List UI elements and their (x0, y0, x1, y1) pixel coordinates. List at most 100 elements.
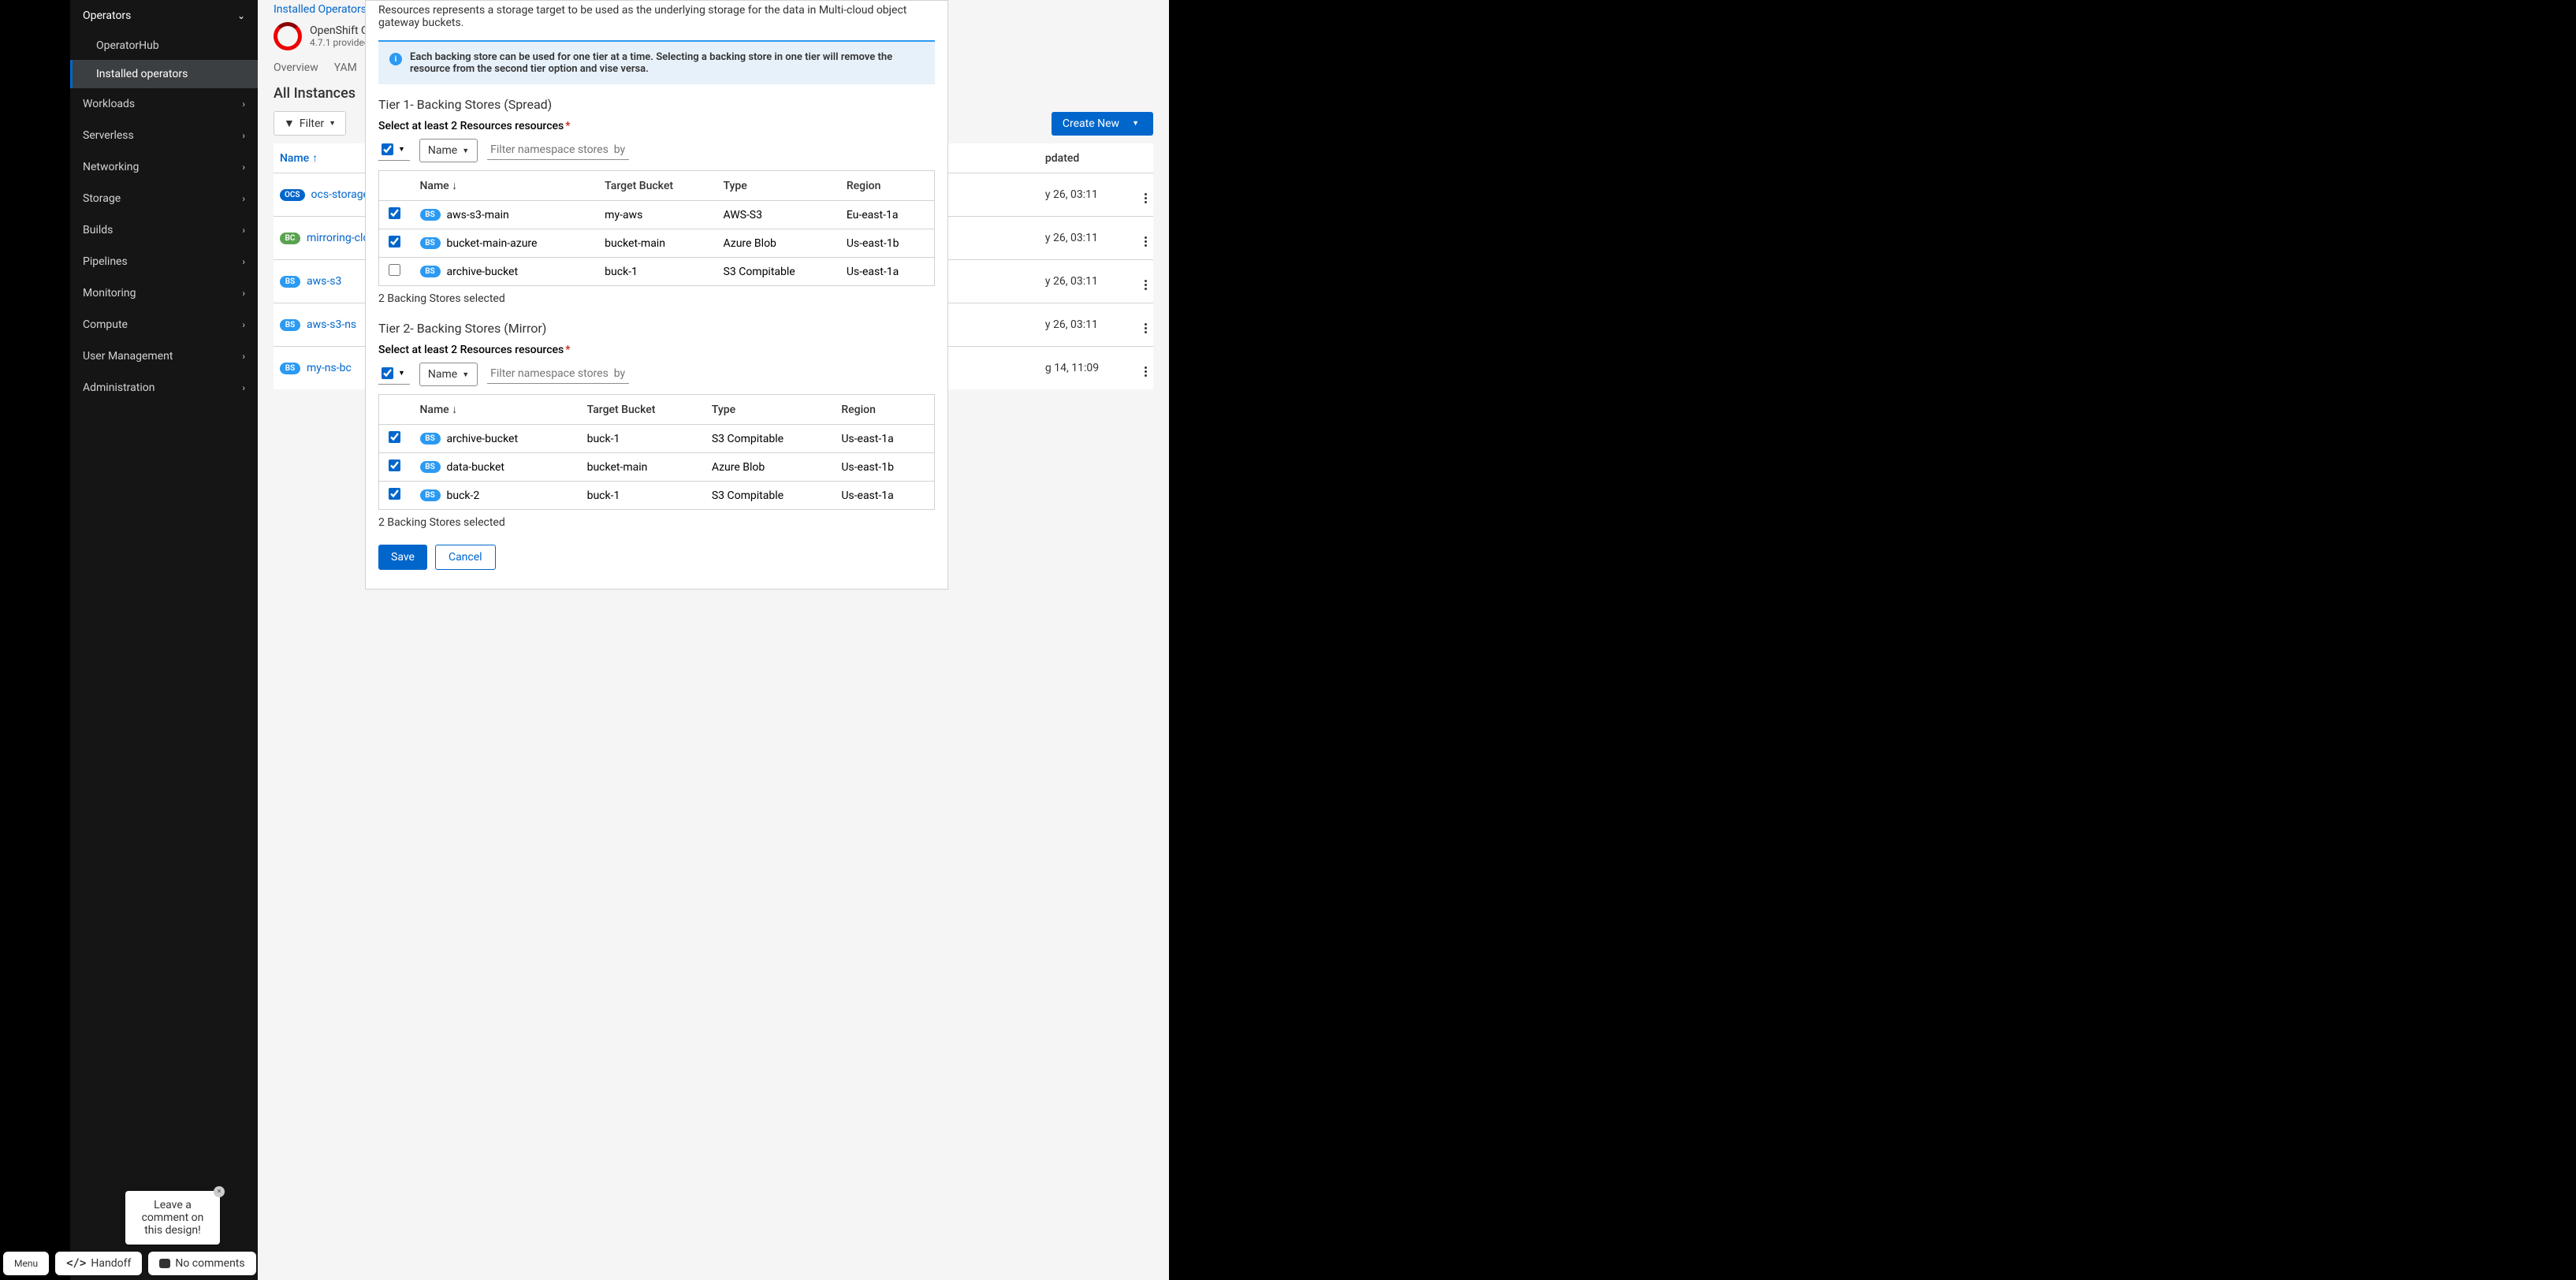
col-updated[interactable]: pdated (1045, 152, 1079, 165)
bs-badge: BS (420, 209, 441, 221)
tier2-requirement: Select at least 2 Resources resources* (378, 344, 935, 356)
nav-operators[interactable]: Operators ⌄ (70, 0, 258, 32)
type-cell: Azure Blob (702, 453, 832, 482)
handoff-button[interactable]: </>Handoff (55, 1252, 142, 1275)
chevron-right-icon: › (242, 382, 245, 393)
name-filter-dropdown[interactable]: Name ▼ (419, 363, 478, 386)
table-row[interactable]: BSarchive-bucketbuck-1S3 CompitableUs-ea… (379, 425, 935, 453)
cancel-button[interactable]: Cancel (435, 545, 496, 570)
filter-input[interactable] (487, 363, 629, 384)
chevron-right-icon: › (242, 256, 245, 267)
row-checkbox[interactable] (389, 207, 400, 219)
bs-badge: BS (420, 237, 441, 249)
row-checkbox[interactable] (389, 236, 400, 247)
nav-monitoring[interactable]: Monitoring › (70, 277, 258, 309)
table-row[interactable]: BSbuck-2buck-1S3 CompitableUs-east-1a (379, 482, 935, 510)
region-cell: Us-east-1a (837, 258, 935, 286)
bs-badge: BS (420, 489, 441, 501)
nav-installed-operators[interactable]: Installed operators (70, 60, 258, 88)
bs-badge: BS (420, 433, 441, 445)
table-row[interactable]: BSaws-s3-mainmy-awsAWS-S3Eu-east-1a (379, 201, 935, 229)
updated-cell: y 26, 03:11 (1039, 260, 1122, 303)
kebab-icon[interactable] (1145, 236, 1147, 247)
nav-compute[interactable]: Compute › (70, 309, 258, 340)
chevron-right-icon: › (242, 162, 245, 173)
close-icon[interactable]: × (214, 1186, 225, 1197)
nav-user-management[interactable]: User Management › (70, 340, 258, 372)
store-name: archive-bucket (447, 433, 519, 445)
kebab-icon[interactable] (1145, 323, 1147, 333)
filter-dropdown[interactable]: ▼ Filter ▼ (274, 111, 346, 136)
tab-yaml[interactable]: YAM (334, 61, 357, 74)
store-name: bucket-main-azure (447, 237, 538, 250)
select-all-checkbox[interactable] (382, 367, 393, 379)
tier1-selected-count: 2 Backing Stores selected (378, 292, 935, 305)
tier2-table: Name ↓ Target Bucket Type Region BSarchi… (378, 394, 935, 510)
updated-cell: g 14, 11:09 (1039, 347, 1122, 390)
resource-link[interactable]: aws-s3 (307, 275, 341, 288)
filter-icon: ▼ (284, 117, 295, 130)
save-button[interactable]: Save (378, 545, 427, 570)
resource-link[interactable]: mirroring-clo (307, 232, 369, 244)
caret-down-icon: ▼ (398, 145, 405, 154)
row-checkbox[interactable] (389, 488, 400, 500)
region-cell: Us-east-1a (832, 482, 934, 510)
nav-administration[interactable]: Administration › (70, 372, 258, 404)
region-cell: Us-east-1b (837, 229, 935, 258)
nav-serverless[interactable]: Serverless › (70, 120, 258, 151)
sort-up-icon: ↑ (312, 152, 318, 165)
table-row[interactable]: BSbucket-main-azurebucket-mainAzure Blob… (379, 229, 935, 258)
tab-overview[interactable]: Overview (274, 61, 318, 74)
row-checkbox[interactable] (389, 431, 400, 443)
nav-operatorhub[interactable]: OperatorHub (70, 32, 258, 60)
tier2-heading: Tier 2- Backing Stores (Mirror) (378, 321, 935, 336)
nav-networking[interactable]: Networking › (70, 151, 258, 183)
info-icon: i (389, 53, 402, 65)
kebab-icon[interactable] (1145, 367, 1147, 377)
chevron-right-icon: › (242, 225, 245, 236)
resource-link[interactable]: aws-s3-ns (307, 318, 356, 331)
filter-input[interactable] (487, 139, 629, 160)
bucket-cell: bucket-main (578, 453, 702, 482)
info-alert: i Each backing store can be used for one… (378, 40, 935, 84)
nav-builds[interactable]: Builds › (70, 214, 258, 246)
nav-pipelines[interactable]: Pipelines › (70, 246, 258, 277)
sort-down-icon: ↓ (452, 404, 457, 416)
create-new-button[interactable]: Create New ▼ (1052, 112, 1153, 136)
kebab-icon[interactable] (1145, 280, 1147, 290)
store-name: data-bucket (447, 461, 504, 474)
bs-badge: BS (420, 266, 441, 277)
tier1-table: Name ↓ Target Bucket Type Region BSaws-s… (378, 170, 935, 286)
type-cell: AWS-S3 (714, 201, 837, 229)
tier2-selected-count: 2 Backing Stores selected (378, 516, 935, 529)
type-cell: Azure Blob (714, 229, 837, 258)
caret-down-icon: ▼ (1132, 119, 1139, 128)
comment-icon (159, 1259, 170, 1268)
comments-button[interactable]: No comments (148, 1252, 255, 1275)
kebab-icon[interactable] (1145, 193, 1147, 203)
resource-badge: BS (280, 276, 300, 288)
openshift-logo-icon (274, 22, 302, 50)
table-row[interactable]: BSarchive-bucketbuck-1S3 CompitableUs-ea… (379, 258, 935, 286)
row-checkbox[interactable] (389, 460, 400, 471)
chevron-down-icon: ⌄ (237, 10, 245, 21)
row-checkbox[interactable] (389, 264, 400, 276)
sidebar: Operators ⌄ OperatorHub Installed operat… (70, 0, 258, 1280)
resource-badge: BC (280, 233, 300, 244)
backing-stores-modal: Resources represents a storage target to… (365, 0, 948, 590)
resource-link[interactable]: ocs-storage (311, 188, 369, 201)
code-icon: </> (66, 1257, 86, 1270)
select-all-dropdown[interactable]: ▼ (378, 139, 410, 161)
nav-storage[interactable]: Storage › (70, 183, 258, 214)
nav-workloads[interactable]: Workloads › (70, 88, 258, 120)
caret-down-icon: ▼ (398, 369, 405, 378)
menu-button[interactable]: Menu (3, 1252, 49, 1275)
resource-link[interactable]: my-ns-bc (307, 362, 352, 374)
col-name[interactable]: Name (280, 152, 309, 165)
resource-badge: BS (280, 363, 300, 374)
table-row[interactable]: BSdata-bucketbucket-mainAzure BlobUs-eas… (379, 453, 935, 482)
breadcrumb-installed[interactable]: Installed Operators (274, 3, 367, 16)
select-all-checkbox[interactable] (382, 143, 393, 155)
name-filter-dropdown[interactable]: Name ▼ (419, 139, 478, 162)
select-all-dropdown[interactable]: ▼ (378, 363, 410, 385)
